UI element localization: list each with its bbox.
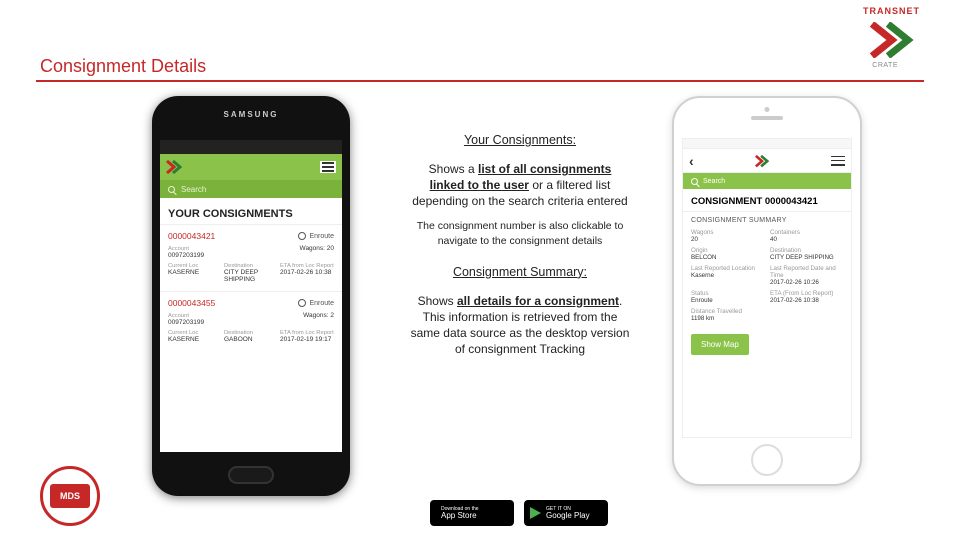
android-statusbar	[160, 140, 342, 154]
brand-name: TRANSNET	[863, 6, 920, 16]
apple-appstore-button[interactable]: Download on theApp Store	[430, 500, 514, 526]
brand-sub: CRATE	[872, 62, 898, 69]
mds-badge-icon: MDS	[40, 466, 100, 526]
summary-row: OriginBELCONDestinationCITY DEEP SHIPPIN…	[683, 245, 851, 263]
consignment-card[interactable]: 0000043421Enroute Account0097203199Wagon…	[160, 224, 342, 291]
play-icon	[530, 507, 541, 519]
search-bar[interactable]: Search	[160, 180, 342, 198]
hamburger-icon[interactable]	[320, 161, 336, 173]
section-para-2: Shows all details for a consignment. Thi…	[410, 293, 630, 358]
hamburger-icon[interactable]	[831, 156, 845, 166]
app-logo-icon	[166, 160, 182, 174]
iphone-speaker	[751, 116, 783, 120]
status-badge: Enroute	[298, 299, 334, 307]
consignment-title: CONSIGNMENT 0000043421	[683, 189, 851, 212]
consignment-card[interactable]: 0000043455Enroute Account0097203199Wagon…	[160, 291, 342, 351]
ios-appbar: ‹	[683, 149, 851, 173]
app-logo-icon	[755, 155, 769, 167]
app-store-badges: Download on theApp Store GET IT ONGoogle…	[430, 500, 608, 526]
page-title: Consignment Details	[40, 56, 206, 77]
summary-row: Wagons20Containers40	[683, 227, 851, 245]
search-bar[interactable]: Search	[683, 173, 851, 189]
search-icon	[691, 178, 698, 185]
section-para-1: Shows a list of all consignments linked …	[410, 161, 630, 210]
summary-subheader: CONSIGNMENT SUMMARY	[683, 212, 851, 227]
section-heading-2: Consignment Summary:	[410, 264, 630, 281]
summary-row: Last Reported LocationKaserneLast Report…	[683, 263, 851, 288]
consignment-number-link[interactable]: 0000043421	[168, 231, 215, 241]
description-column: Your Consignments: Shows a list of all c…	[410, 132, 630, 367]
google-play-button[interactable]: GET IT ONGoogle Play	[524, 500, 608, 526]
iphone-home-button[interactable]	[751, 444, 783, 476]
android-appbar	[160, 154, 342, 180]
iphone-camera	[765, 107, 770, 112]
show-map-button[interactable]: Show Map	[691, 334, 749, 355]
summary-row: Distance Travelled1198 km	[683, 306, 851, 324]
list-header: YOUR CONSIGNMENTS	[160, 198, 342, 224]
samsung-label: SAMSUNG	[152, 110, 350, 119]
back-icon[interactable]: ‹	[689, 153, 694, 169]
android-phone-mock: SAMSUNG Search YOUR CONSIGNMENTS 0000043…	[152, 96, 350, 496]
status-badge: Enroute	[298, 232, 334, 240]
iphone-mock: ‹ Search CONSIGNMENT 0000043421 CONSIGNM…	[672, 96, 862, 486]
summary-row: StatusEnrouteETA (From Loc Report)2017-0…	[683, 288, 851, 306]
title-rule	[36, 80, 924, 82]
consignment-number-link[interactable]: 0000043455	[168, 298, 215, 308]
ios-statusbar	[683, 139, 851, 149]
search-icon	[168, 186, 175, 193]
section-subtext-1: The consignment number is also clickable…	[410, 219, 630, 247]
section-heading-1: Your Consignments:	[410, 132, 630, 149]
android-home-button[interactable]	[228, 466, 274, 484]
chevron-logo-icon	[870, 22, 914, 58]
